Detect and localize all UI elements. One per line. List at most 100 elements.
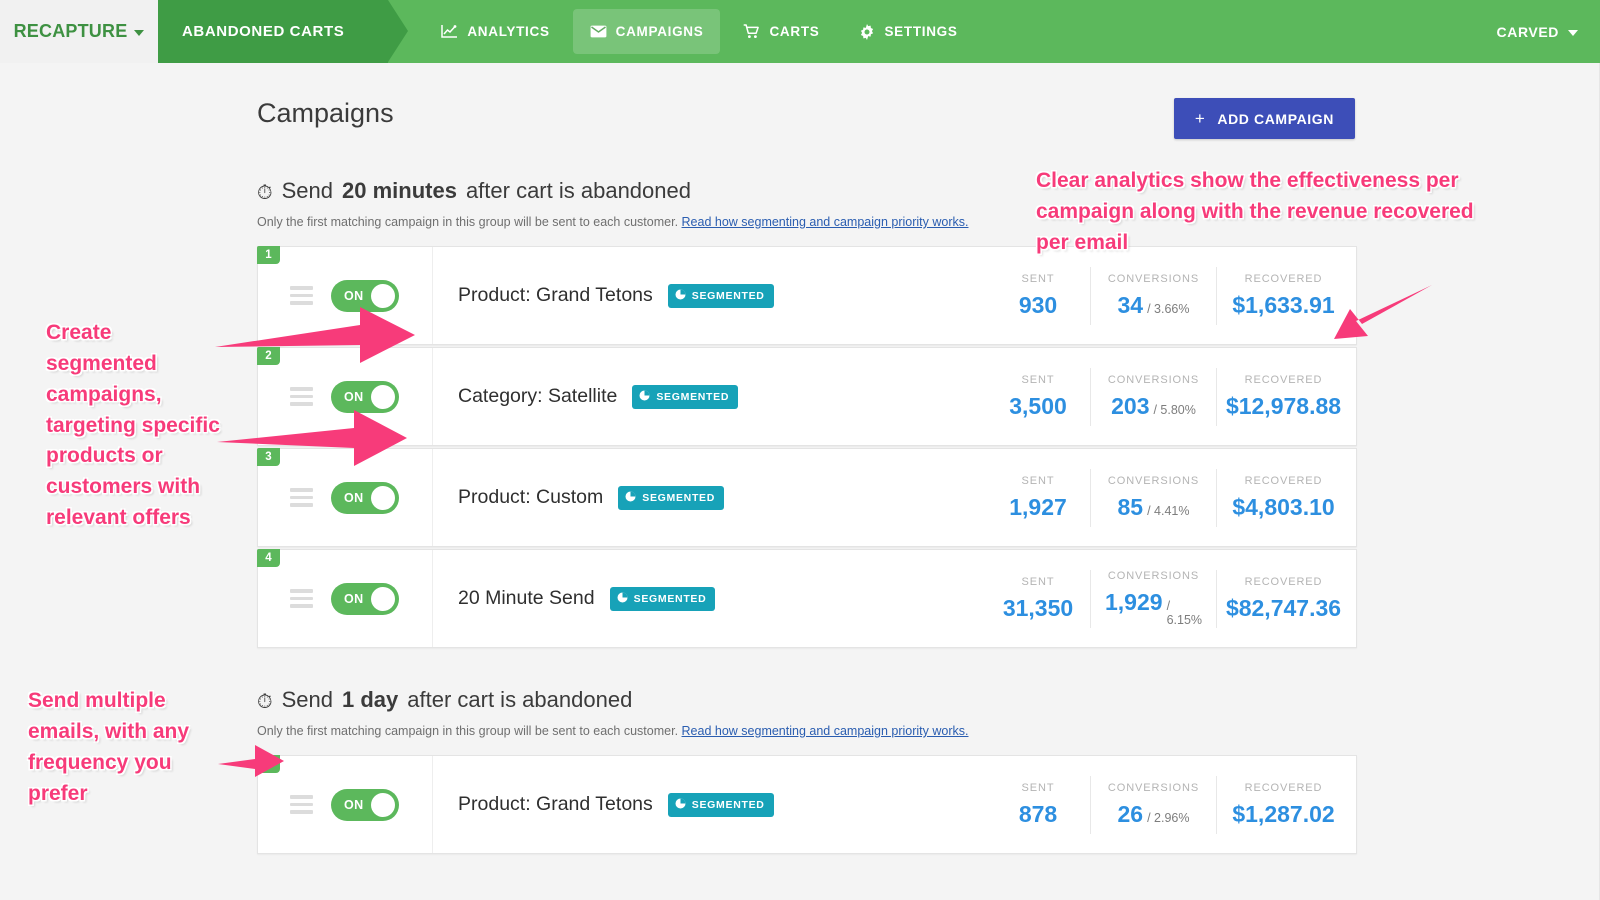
- toggle-label: ON: [344, 592, 364, 606]
- conversions-count: 85: [1118, 494, 1144, 521]
- stat-label: CONVERSIONS: [1108, 273, 1199, 285]
- stat-conversions: CONVERSIONS 26 / 2.96%: [1090, 776, 1216, 834]
- campaign-toggle[interactable]: ON: [331, 381, 399, 413]
- row-stats: SENT 1,927 CONVERSIONS 85 / 4.41%: [986, 449, 1356, 546]
- row-name-cell: Category: Satellite SEGMENTED: [433, 348, 986, 445]
- nav-item-settings[interactable]: SETTINGS: [842, 9, 974, 54]
- envelope-icon: [590, 25, 607, 38]
- stat-label: SENT: [1022, 782, 1055, 794]
- drag-handle-icon[interactable]: [290, 286, 313, 305]
- stat-value: 34 / 3.66%: [1118, 292, 1190, 319]
- active-section-label: ABANDONED CARTS: [182, 23, 344, 40]
- conversion-rate: / 6.15%: [1167, 599, 1202, 627]
- stat-label: CONVERSIONS: [1108, 374, 1199, 386]
- conversion-rate: / 5.80%: [1153, 403, 1195, 417]
- row-name-cell: Product: Grand Tetons SEGMENTED: [433, 247, 986, 344]
- segmenting-priority-link[interactable]: Read how segmenting and campaign priorit…: [682, 215, 969, 229]
- stat-label: RECOVERED: [1245, 475, 1323, 487]
- row-name-cell: 20 Minute Send SEGMENTED: [433, 550, 986, 647]
- table-row[interactable]: ON Product: Grand Tetons SEGMENTED: [257, 755, 1357, 854]
- toggle-label: ON: [344, 289, 364, 303]
- pie-chart-icon: [625, 491, 636, 505]
- stat-label: SENT: [1022, 273, 1055, 285]
- stat-label: SENT: [1022, 576, 1055, 588]
- toggle-label: ON: [344, 798, 364, 812]
- toggle-knob: [371, 284, 395, 308]
- row-controls: ON: [258, 756, 433, 853]
- group-title-prefix: Send: [282, 178, 333, 204]
- status-badge: SEGMENTED: [618, 486, 724, 510]
- stat-value: $82,747.36: [1226, 595, 1341, 622]
- pie-chart-icon: [675, 289, 686, 303]
- campaign-row-wrapper: 1 ON Product: Grand Tetons: [257, 246, 1357, 345]
- brand-label: RECAPTURE: [14, 21, 128, 42]
- stat-value: $4,803.10: [1232, 494, 1334, 521]
- nav-items: ANALYTICS CAMPAIGNS: [424, 0, 974, 63]
- group-title-prefix: Send: [282, 687, 333, 713]
- stat-recovered: RECOVERED $82,747.36: [1216, 570, 1356, 628]
- nav-item-campaigns[interactable]: CAMPAIGNS: [573, 9, 721, 54]
- table-row[interactable]: ON Product: Custom SEGMENTED: [257, 448, 1357, 547]
- segmenting-priority-link[interactable]: Read how segmenting and campaign priorit…: [682, 724, 969, 738]
- row-stats: SENT 3,500 CONVERSIONS 203 / 5.80%: [986, 348, 1356, 445]
- add-campaign-label: ADD CAMPAIGN: [1217, 111, 1334, 127]
- group-note: Only the first matching campaign in this…: [257, 215, 1600, 229]
- drag-handle-icon[interactable]: [290, 589, 313, 608]
- stat-value: 1,929 / 6.15%: [1105, 589, 1202, 627]
- pie-chart-icon: [675, 798, 686, 812]
- add-campaign-button[interactable]: + ADD CAMPAIGN: [1174, 98, 1355, 139]
- table-row[interactable]: ON 20 Minute Send SEGMENTED: [257, 549, 1357, 648]
- table-row[interactable]: ON Category: Satellite SEGMENTED: [257, 347, 1357, 446]
- campaign-name: Category: Satellite: [458, 385, 617, 408]
- status-badge: SEGMENTED: [668, 284, 774, 308]
- active-section-abandoned-carts[interactable]: ABANDONED CARTS: [158, 0, 388, 63]
- conversions-count: 1,929: [1105, 589, 1163, 616]
- campaign-toggle[interactable]: ON: [331, 280, 399, 312]
- row-controls: ON: [258, 247, 433, 344]
- account-menu[interactable]: CARVED: [1497, 0, 1600, 63]
- drag-handle-icon[interactable]: [290, 795, 313, 814]
- badge-label: SEGMENTED: [642, 492, 715, 504]
- stat-conversions: CONVERSIONS 1,929 / 6.15%: [1090, 570, 1216, 628]
- pie-chart-icon: [639, 390, 650, 404]
- campaign-row-wrapper: 1 ON Product: Grand Tetons: [257, 755, 1357, 854]
- page-content: Campaigns + ADD CAMPAIGN ⏱ Send 20 minut…: [0, 63, 1600, 856]
- conversions-count: 26: [1118, 801, 1144, 828]
- pie-chart-icon: [617, 592, 628, 606]
- nav-item-label: SETTINGS: [884, 24, 957, 39]
- stat-label: RECOVERED: [1245, 273, 1323, 285]
- row-controls: ON: [258, 550, 433, 647]
- campaign-name: 20 Minute Send: [458, 587, 595, 610]
- priority-badge: 1: [257, 246, 280, 264]
- brand-menu[interactable]: RECAPTURE: [0, 0, 158, 63]
- stat-sent: SENT 930: [986, 267, 1090, 325]
- nav-item-carts[interactable]: CARTS: [726, 9, 836, 54]
- drag-handle-icon[interactable]: [290, 488, 313, 507]
- nav-item-analytics[interactable]: ANALYTICS: [424, 9, 566, 54]
- stat-label: SENT: [1022, 475, 1055, 487]
- row-stats: SENT 878 CONVERSIONS 26 / 2.96%: [986, 756, 1356, 853]
- group-note-text: Only the first matching campaign in this…: [257, 724, 678, 738]
- stat-label: RECOVERED: [1245, 374, 1323, 386]
- campaign-toggle[interactable]: ON: [331, 789, 399, 821]
- chevron-down-icon: [1568, 30, 1578, 36]
- campaign-toggle[interactable]: ON: [331, 482, 399, 514]
- campaign-group-20-minutes: ⏱ Send 20 minutes after cart is abandone…: [0, 178, 1600, 648]
- campaign-name: Product: Grand Tetons: [458, 284, 653, 307]
- campaign-rows-group-2: 1 ON Product: Grand Tetons: [257, 755, 1357, 854]
- campaign-row-wrapper: 2 ON Category: Satellite: [257, 347, 1357, 446]
- conversion-rate: / 2.96%: [1147, 811, 1189, 825]
- campaign-name: Product: Grand Tetons: [458, 793, 653, 816]
- stat-label: RECOVERED: [1245, 576, 1323, 588]
- campaign-group-1-day: ⏱ Send 1 day after cart is abandoned Onl…: [0, 687, 1600, 854]
- stat-recovered: RECOVERED $4,803.10: [1216, 469, 1356, 527]
- conversions-count: 34: [1118, 292, 1144, 319]
- toggle-label: ON: [344, 390, 364, 404]
- table-row[interactable]: ON Product: Grand Tetons SEGMENTED: [257, 246, 1357, 345]
- nav-item-label: CAMPAIGNS: [616, 24, 704, 39]
- stat-sent: SENT 3,500: [986, 368, 1090, 426]
- campaign-toggle[interactable]: ON: [331, 583, 399, 615]
- badge-label: SEGMENTED: [656, 391, 729, 403]
- row-stats: SENT 930 CONVERSIONS 34 / 3.66%: [986, 247, 1356, 344]
- drag-handle-icon[interactable]: [290, 387, 313, 406]
